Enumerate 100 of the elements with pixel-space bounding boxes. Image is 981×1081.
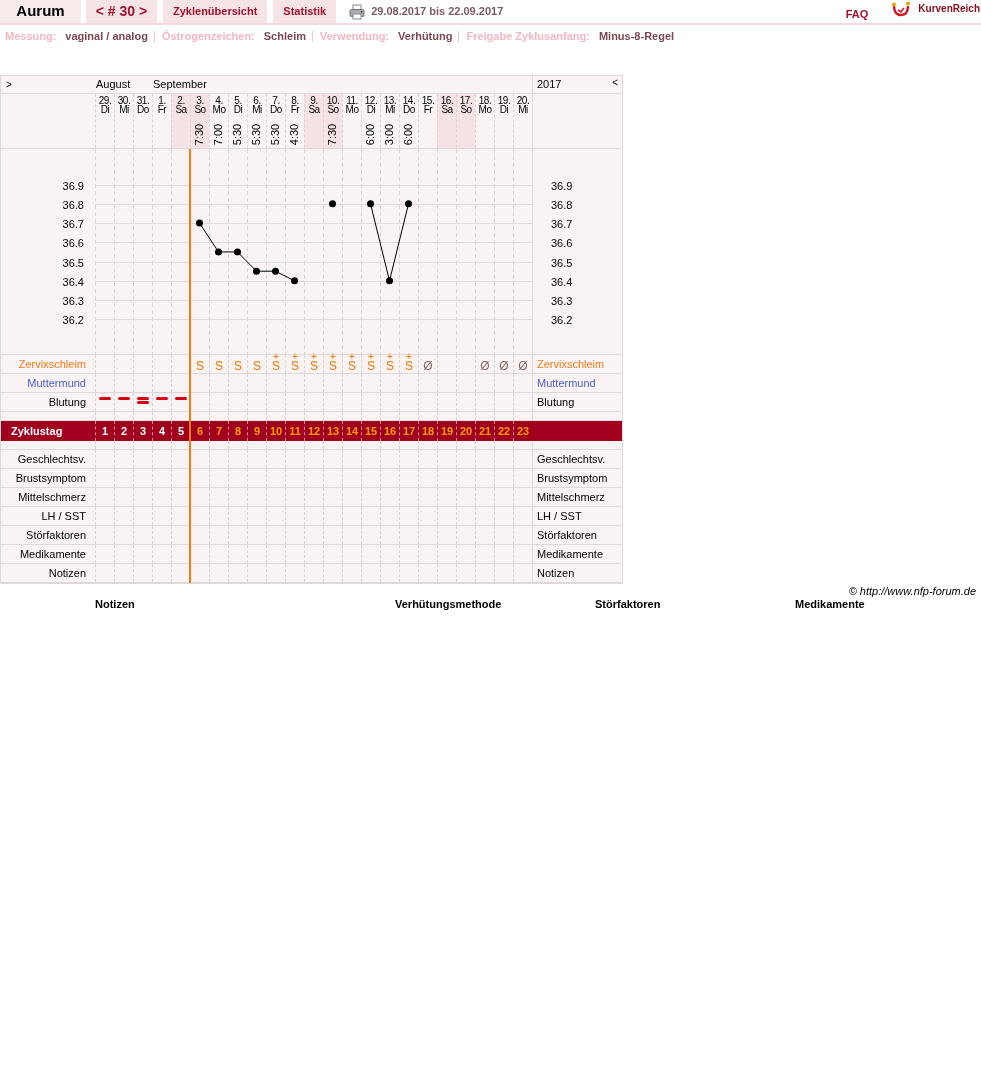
faq-link[interactable]: FAQ: [845, 5, 869, 22]
row-label: Störfaktoren: [537, 529, 597, 541]
data-point: [215, 248, 222, 256]
app-title: Aurum: [0, 0, 81, 23]
y-tick-label: 36.8: [62, 198, 84, 211]
setting-value: Schleim: [263, 30, 306, 43]
y-tick-label: 36.2: [62, 313, 84, 326]
mucus-sign: Ø: [423, 360, 433, 372]
cycle-day-number: 7: [215, 424, 223, 439]
day-date: 29.: [98, 96, 112, 105]
mucus-sign: Ø: [518, 360, 528, 372]
plus-mark: +: [368, 353, 374, 360]
mucus-sign: S: [386, 360, 394, 372]
day-date: 7.: [272, 96, 280, 105]
cycle-day-number: 5: [177, 424, 185, 439]
scale-label: 36.3: [551, 294, 573, 307]
weekday-label: Mi: [252, 105, 262, 115]
weekday-label: Sa: [441, 105, 453, 115]
weekday-label: Di: [499, 105, 509, 115]
weekday-label: Do: [403, 105, 415, 115]
day-date: 16.: [440, 96, 454, 105]
weekday-label: Mo: [345, 105, 359, 115]
mucus-sign: S: [272, 360, 280, 372]
weekday-label: So: [327, 105, 339, 115]
measurement-time: 5:30: [270, 123, 282, 146]
weekday-label: Do: [270, 105, 282, 115]
day-date: 4.: [215, 96, 223, 105]
plus-mark: +: [330, 353, 336, 360]
row-label: Mittelschmerz: [537, 491, 605, 503]
cycle-day-number: 16: [383, 424, 397, 439]
scale-label: 36.6: [551, 236, 573, 249]
row-label: Blutung: [537, 396, 575, 408]
data-point: [234, 248, 241, 256]
setting-value: Verhütung: [398, 30, 453, 43]
arrow-link[interactable]: >: [6, 79, 12, 90]
copyright-text: © http://www.nfp-forum.de: [848, 585, 976, 598]
column-header: Notizen: [95, 598, 135, 610]
mucus-sign: Ø: [480, 360, 490, 372]
weekday-label: Mo: [212, 105, 226, 115]
day-date: 2.: [177, 96, 185, 105]
scale-label: 36.2: [551, 313, 573, 326]
cycle-day-number: 22: [497, 424, 511, 439]
measurement-time: 6:00: [365, 123, 377, 146]
data-point: [367, 200, 374, 208]
day-date: 19.: [497, 96, 511, 105]
day-date: 30.: [117, 96, 131, 105]
setting-label: Messung:: [5, 30, 57, 43]
day-date: 5.: [234, 96, 242, 105]
row-label: Zervixschleim: [18, 357, 86, 372]
plus-mark: +: [292, 353, 298, 360]
row-label: Geschlechtsv.: [17, 452, 86, 467]
row-label: Mittelschmerz: [18, 490, 86, 505]
setting-value: Minus-8-Regel: [598, 30, 675, 43]
scale-label: 36.5: [551, 256, 573, 269]
plus-mark: +: [387, 353, 393, 360]
row-label: Brustsymptom: [15, 471, 86, 486]
row-label: Störfaktoren: [26, 528, 86, 543]
day-date: 17.: [459, 96, 473, 105]
plus-mark: +: [406, 353, 412, 360]
cycle-day-number: 8: [234, 424, 242, 439]
day-date: 1.: [158, 96, 166, 105]
measurement-time: 7:00: [213, 123, 225, 146]
mucus-sign: S: [196, 360, 204, 372]
scale-label: 36.7: [551, 217, 573, 230]
date-range-text: 29.08.2017 bis 22.09.2017: [371, 4, 504, 20]
weekday-label: So: [194, 105, 206, 115]
cycle-day-number: 21: [478, 424, 492, 439]
measurement-time: 7:30: [194, 123, 206, 146]
day-date: 9.: [310, 96, 318, 105]
cycle-day-number: 10: [269, 424, 283, 439]
y-tick-label: 36.4: [62, 275, 84, 288]
month-label: September: [153, 78, 207, 90]
plus-mark: +: [273, 353, 279, 360]
column-header: Verhütungsmethode: [395, 598, 502, 610]
weekday-label: Fr: [157, 105, 167, 115]
data-point: [405, 200, 412, 208]
y-tick-label: 36.9: [62, 179, 84, 192]
arrow-link[interactable]: <: [612, 76, 618, 93]
day-date: 15.: [421, 96, 435, 105]
weekday-label: Mi: [518, 105, 528, 115]
day-date: 18.: [478, 96, 492, 105]
weekday-label: Do: [137, 105, 149, 115]
row-label: Brustsymptom: [537, 472, 608, 484]
weekday-label: Sa: [308, 105, 320, 115]
day-date: 6.: [253, 96, 261, 105]
weekday-label: So: [460, 105, 472, 115]
row-label: Notizen: [537, 567, 575, 579]
row-label: Zyklustag: [11, 425, 63, 437]
scale-label: 36.4: [551, 275, 573, 288]
day-date: 10.: [326, 96, 340, 105]
column-header: Medikamente: [795, 598, 865, 610]
nav-tab[interactable]: Statistik: [273, 0, 337, 23]
nav-tab[interactable]: Zyklenübersicht: [163, 0, 268, 23]
year-label: 2017: [537, 77, 562, 92]
data-point: [291, 277, 298, 285]
measurement-time: 5:30: [251, 123, 263, 146]
cycle-nav-button[interactable]: < # 30 >: [86, 0, 157, 23]
weekday-label: Fr: [290, 105, 300, 115]
printer-icon[interactable]: [349, 3, 366, 20]
data-point: [272, 267, 279, 275]
